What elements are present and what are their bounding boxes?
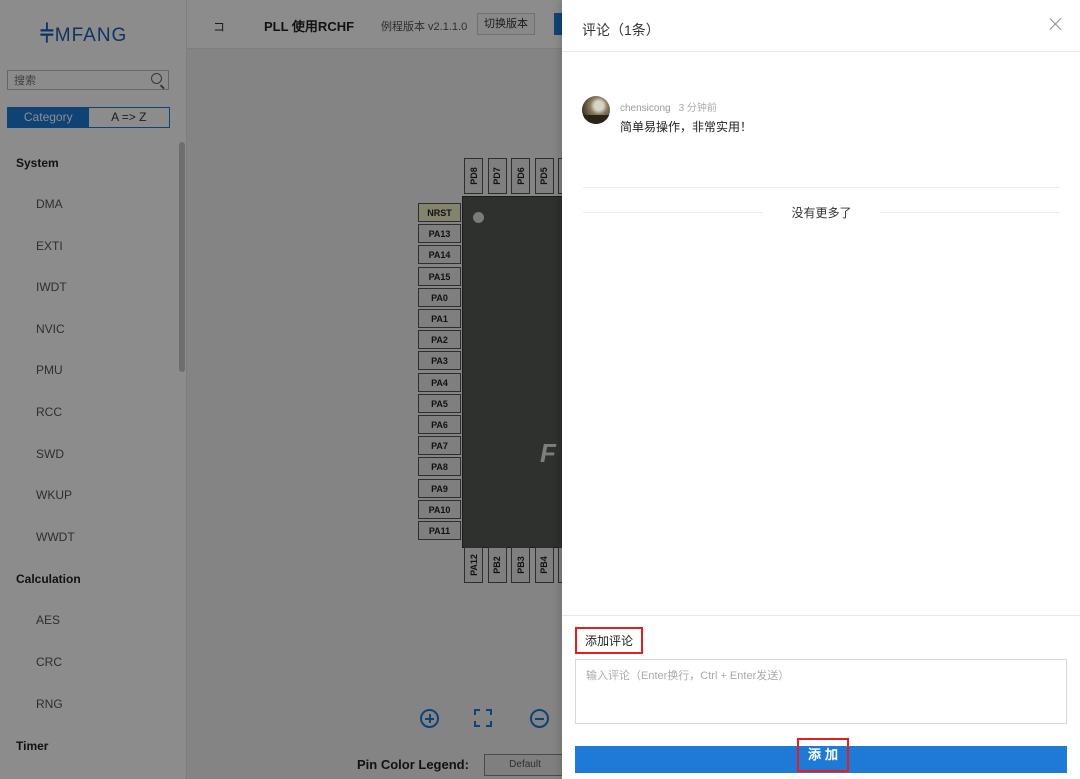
add-comment-label: 添加评论 [575, 627, 644, 654]
comment-text: 简单易操作，非常实用！ [620, 120, 753, 134]
drawer-title: 评论（1条） [582, 22, 660, 38]
comment-meta: chensicong 3 分钟前 [620, 99, 717, 114]
add-button-label[interactable]: 添加 [797, 738, 849, 772]
no-more-label: 没有更多了 [583, 204, 1060, 221]
avatar [582, 96, 610, 124]
comment-author: chensicong [620, 103, 671, 114]
modal-mask[interactable] [0, 0, 562, 779]
comment-input[interactable] [575, 659, 1067, 724]
comment-drawer: 评论（1条） chensicong 3 分钟前 简单易操作，非常实用！ 没有更多了… [562, 0, 1080, 779]
no-more-text: 没有更多了 [791, 206, 852, 220]
comment-time: 3 分钟前 [678, 103, 717, 114]
divider [583, 187, 1060, 188]
drawer-header: 评论（1条） [562, 0, 1080, 52]
footer-divider [562, 615, 1080, 616]
close-icon[interactable] [1048, 16, 1064, 32]
